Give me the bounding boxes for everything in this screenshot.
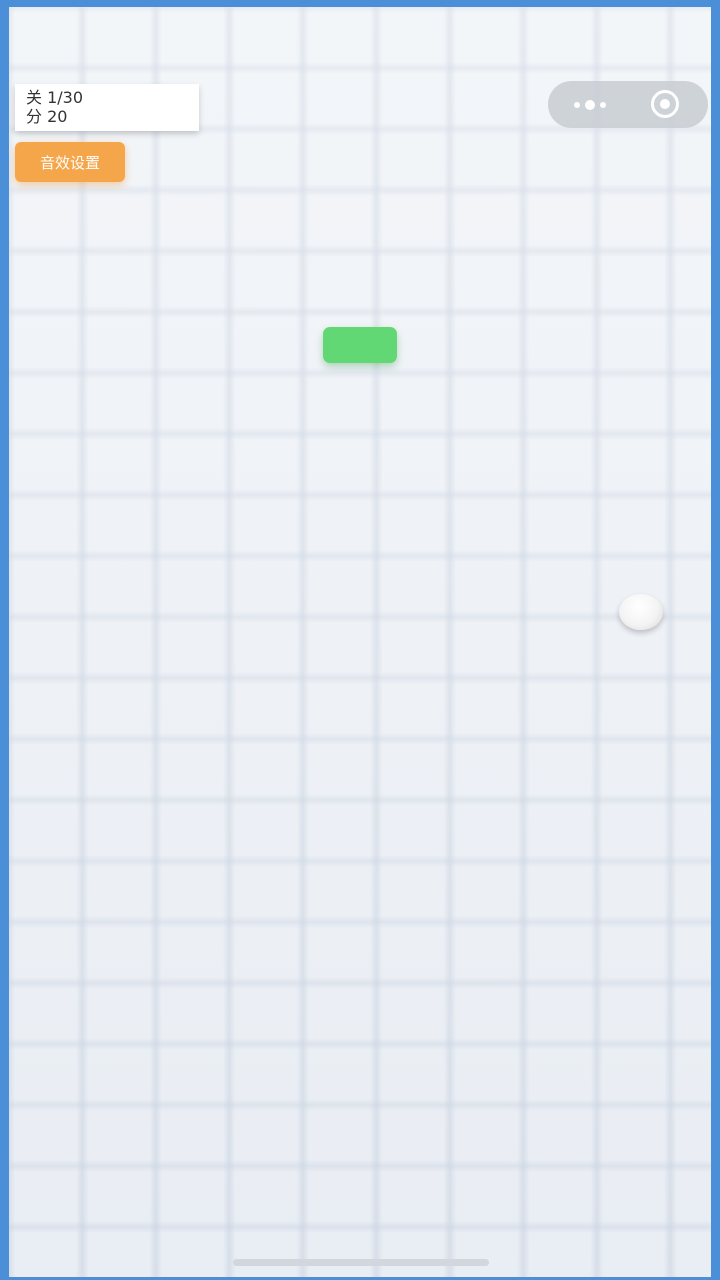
- game-frame: 关 1/30 分 20 音效设置: [0, 0, 720, 1280]
- sound-settings-button[interactable]: 音效设置: [15, 142, 125, 182]
- home-indicator: [233, 1259, 489, 1266]
- score-line: 分 20: [26, 107, 199, 126]
- target-center-icon: [660, 99, 670, 109]
- score-label: 分: [26, 107, 43, 126]
- mini-program-capsule: [548, 81, 708, 128]
- target-circle-icon[interactable]: [651, 90, 679, 118]
- level-label: 关: [26, 88, 43, 107]
- score-panel: 关 1/30 分 20: [15, 84, 199, 131]
- dot-icon: [600, 101, 606, 108]
- game-board[interactable]: [9, 7, 711, 1277]
- dot-icon: [574, 101, 580, 108]
- white-ball[interactable]: [619, 594, 663, 630]
- green-block[interactable]: [323, 327, 397, 363]
- more-dots-icon[interactable]: [570, 81, 610, 128]
- dot-icon: [585, 99, 595, 110]
- score-value: 20: [47, 107, 68, 126]
- level-value: 1/30: [47, 88, 84, 107]
- level-line: 关 1/30: [26, 88, 199, 107]
